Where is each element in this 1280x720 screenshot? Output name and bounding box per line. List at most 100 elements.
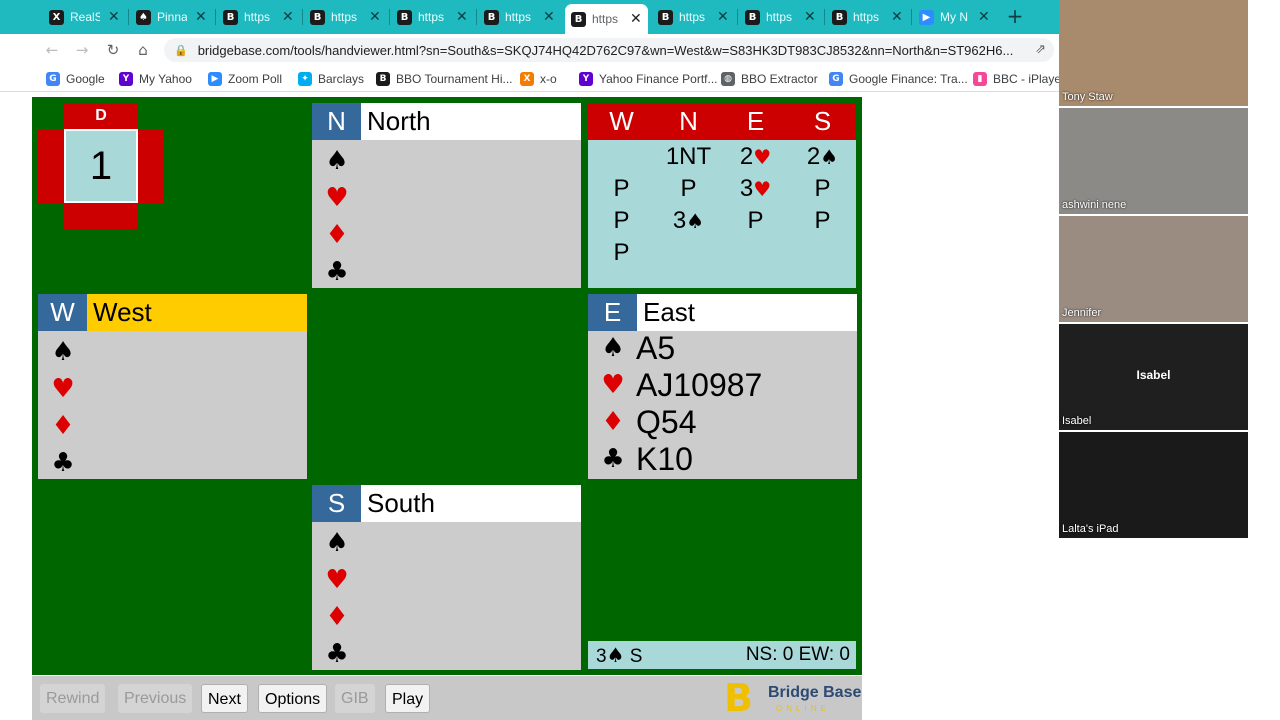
- bookmark-item[interactable]: ▶ Zoom Poll: [208, 70, 282, 88]
- seat-letter: W: [38, 294, 87, 331]
- url-bar[interactable]: 🔒 bridgebase.com/tools/handviewer.html?s…: [164, 38, 1054, 62]
- browser-tab[interactable]: Bhttps ✕: [304, 4, 387, 30]
- heart-row: ♥: [48, 371, 86, 407]
- close-icon[interactable]: ✕: [543, 9, 555, 25]
- rewind-button[interactable]: Rewind: [40, 684, 106, 713]
- back-icon[interactable]: ←: [42, 40, 62, 60]
- tab-title: https: [418, 10, 445, 24]
- auction-bid: [588, 141, 655, 173]
- close-icon[interactable]: ✕: [630, 11, 642, 27]
- bookmark-item[interactable]: B BBO Tournament Hi...: [376, 70, 513, 88]
- seat-letter: S: [312, 485, 361, 522]
- browser-tab[interactable]: ♠ Pinna ✕: [130, 4, 213, 30]
- heart-row: ♥: [322, 562, 360, 598]
- realsmart-icon: X: [49, 9, 64, 25]
- bbo-icon: B: [397, 9, 412, 25]
- yahoo-icon: Y: [119, 72, 133, 86]
- hand-west: W West ♠ ♥ ♦ ♣: [38, 294, 307, 479]
- video-tile[interactable]: ashwini nene: [1059, 108, 1248, 214]
- video-tile[interactable]: Tony Staw: [1059, 0, 1248, 106]
- hand-north: N North ♠ ♥ ♦ ♣: [312, 103, 581, 288]
- close-icon[interactable]: ✕: [717, 9, 729, 25]
- bookmark-item[interactable]: ▮ BBC - iPlayer: [973, 70, 1060, 88]
- auction-bid: 2♥: [739, 143, 772, 170]
- gib-button[interactable]: GIB: [335, 684, 375, 713]
- spade-row: ♠: [322, 525, 360, 561]
- participant-name: Lalta's iPad: [1062, 523, 1119, 535]
- bookmark-label: x-o: [540, 72, 557, 86]
- hand-header: S South: [312, 485, 581, 522]
- bookmark-item[interactable]: G Google Finance: Tra...: [829, 70, 968, 88]
- browser-tab[interactable]: Bhttps ✕: [391, 4, 474, 30]
- auction-row: P: [588, 237, 856, 269]
- bookmark-item[interactable]: G Google: [46, 70, 105, 88]
- bookmark-item[interactable]: ◍ BBO Extractor: [721, 70, 818, 88]
- next-button[interactable]: Next: [201, 684, 248, 713]
- close-icon[interactable]: ✕: [978, 9, 990, 25]
- tab-title: https: [853, 10, 880, 24]
- close-icon[interactable]: ✕: [195, 9, 207, 25]
- video-tile[interactable]: Lalta's iPad: [1059, 432, 1248, 538]
- bookmark-item[interactable]: Y Yahoo Finance Portf...: [579, 70, 718, 88]
- browser-tab[interactable]: Bhttps ✕: [217, 4, 300, 30]
- barclays-icon: ✦: [298, 72, 312, 86]
- hand-south: S South ♠ ♥ ♦ ♣: [312, 485, 581, 670]
- club-row: ♣ K10: [598, 441, 693, 477]
- video-tile[interactable]: Jennifer: [1059, 216, 1248, 322]
- auction-bid: P: [814, 175, 831, 202]
- bookmark-item[interactable]: Y My Yahoo: [119, 70, 192, 88]
- bookmark-item[interactable]: ✦ Barclays: [298, 70, 364, 88]
- auction-col-north: N: [679, 106, 698, 136]
- forward-icon[interactable]: →: [72, 40, 92, 60]
- new-tab-icon[interactable]: +: [1004, 5, 1026, 27]
- google-icon: G: [46, 72, 60, 86]
- tab-separator: [824, 9, 825, 25]
- bookmark-label: Barclays: [318, 72, 365, 86]
- lock-icon[interactable]: 🔒: [174, 44, 188, 57]
- bbo-logo-icon: B: [724, 676, 753, 720]
- club-row: ♣: [322, 254, 360, 290]
- play-button[interactable]: Play: [385, 684, 431, 713]
- xo-icon: X: [520, 72, 534, 86]
- auction-panel: W N E S 1NT 2♥ 2♠ P P 3♥ P P 3♠ P P P: [588, 103, 856, 288]
- close-icon[interactable]: ✕: [456, 9, 468, 25]
- options-button[interactable]: Options: [258, 684, 328, 713]
- tab-separator: [389, 9, 390, 25]
- tab-title: My N: [940, 10, 968, 24]
- auction-bid: [789, 237, 856, 269]
- browser-tab[interactable]: Bhttps ✕: [739, 4, 822, 30]
- spade-icon: ♠: [325, 146, 349, 176]
- bbo-icon: B: [376, 72, 390, 86]
- seat-name: West: [93, 297, 152, 327]
- spade-row: ♠ A5: [598, 330, 675, 366]
- spade-icon: ♠: [325, 528, 349, 558]
- close-icon[interactable]: ✕: [108, 9, 120, 25]
- close-icon[interactable]: ✕: [891, 9, 903, 25]
- home-icon[interactable]: ⌂: [133, 40, 153, 60]
- close-icon[interactable]: ✕: [804, 9, 816, 25]
- reload-icon[interactable]: ↻: [103, 40, 123, 60]
- browser-tab[interactable]: X RealS ✕: [43, 4, 126, 30]
- bookmark-item[interactable]: Xx-o: [520, 70, 557, 88]
- auction-row: P 3♠ P P: [588, 205, 856, 237]
- spade-row: ♠: [48, 334, 86, 370]
- bbo-logo-subtext: ONLINE: [776, 704, 830, 713]
- close-icon[interactable]: ✕: [369, 9, 381, 25]
- browser-tab[interactable]: Bhttps ✕: [826, 4, 909, 30]
- tab-title: https: [679, 10, 706, 24]
- hand-header: N North: [312, 103, 581, 140]
- bookmark-label: Google Finance: Tra...: [849, 72, 968, 86]
- url-text[interactable]: bridgebase.com/tools/handviewer.html?sn=…: [198, 43, 1028, 58]
- browser-tab[interactable]: ▶ My N ✕: [913, 4, 996, 30]
- previous-button[interactable]: Previous: [118, 684, 193, 713]
- browser-tab[interactable]: Bhttps ✕: [565, 4, 648, 34]
- score-text: NS: 0 EW: 0: [745, 644, 850, 665]
- club-row: ♣: [322, 636, 360, 672]
- share-icon[interactable]: ⇗: [1035, 42, 1046, 57]
- bbo-logo-text: Bridge Base: [768, 684, 862, 701]
- video-tile[interactable]: Isabel Isabel: [1059, 324, 1248, 430]
- browser-tab[interactable]: Bhttps ✕: [652, 4, 735, 30]
- browser-tab[interactable]: Bhttps ✕: [478, 4, 561, 30]
- board-number: 1: [64, 129, 138, 203]
- close-icon[interactable]: ✕: [282, 9, 294, 25]
